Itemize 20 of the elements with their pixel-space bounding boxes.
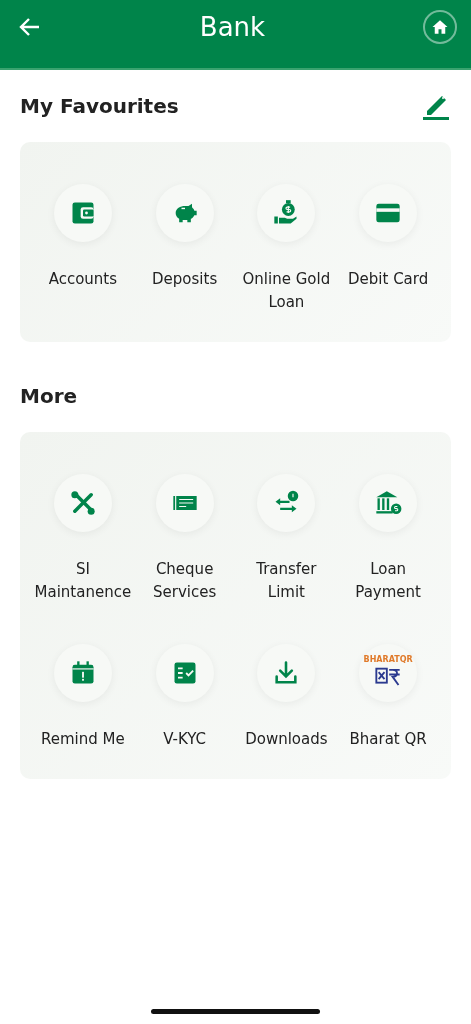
shortcut-item[interactable]: Transfer Limit bbox=[235, 474, 338, 604]
shortcut-item[interactable]: V-KYC bbox=[133, 644, 236, 751]
home-icon bbox=[431, 18, 449, 36]
shortcut-item[interactable]: Downloads bbox=[235, 644, 338, 751]
section-title: More bbox=[20, 384, 78, 408]
shortcut-item[interactable]: Remind Me bbox=[32, 644, 134, 751]
shortcut-item[interactable]: SI Maintanence bbox=[32, 474, 134, 604]
shortcut-item[interactable]: Deposits bbox=[133, 184, 236, 314]
tools-icon bbox=[68, 489, 97, 517]
logo-text: BHARATQR bbox=[363, 654, 413, 664]
home-button[interactable] bbox=[423, 10, 457, 44]
shortcut-item[interactable]: Debit Card bbox=[337, 184, 439, 314]
shortcut-item[interactable]: Accounts bbox=[32, 184, 134, 314]
page-title: Bank bbox=[199, 12, 266, 44]
section-title: My Favourites bbox=[20, 94, 179, 118]
shortcut-item[interactable]: Loan Payment bbox=[337, 474, 439, 604]
shortcut-item[interactable]: Online Gold Loan bbox=[235, 184, 338, 314]
bank-icon bbox=[374, 489, 403, 517]
shortcut-item[interactable]: Cheque Services bbox=[133, 474, 236, 604]
shortcut-item[interactable]: BHARATQR Bharat QR bbox=[337, 644, 439, 751]
